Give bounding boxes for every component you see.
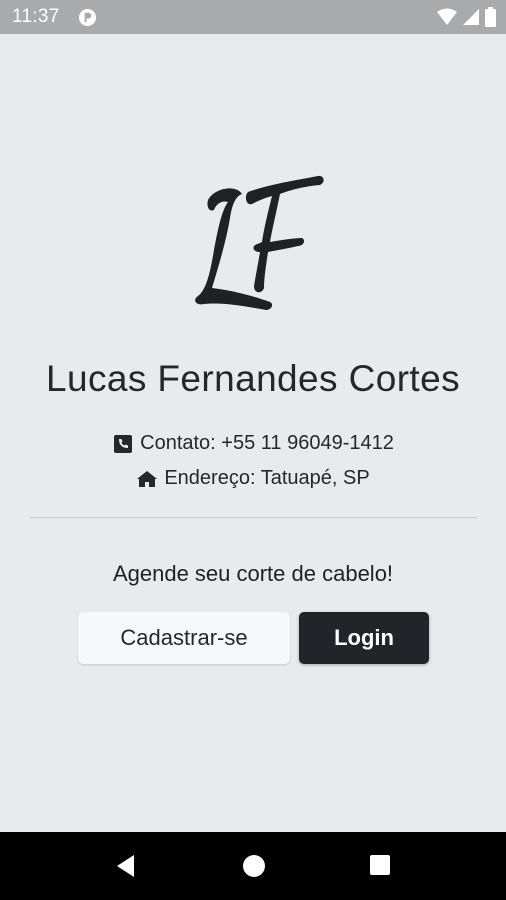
address-text: Endereço: Tatuapé, SP [164, 467, 370, 489]
contact-line: Contato: +55 11 96049-1412 [0, 432, 506, 455]
back-icon[interactable] [116, 854, 136, 878]
phone-icon [114, 434, 133, 453]
status-time: 11:37 [12, 6, 60, 27]
system-nav-bar [0, 832, 506, 900]
contact-text: Contato: +55 11 96049-1412 [140, 432, 394, 454]
wifi-icon [437, 8, 457, 25]
tagline: Agende seu corte de cabelo! [112, 561, 394, 586]
app-notification-icon [78, 8, 97, 27]
divider [29, 517, 477, 518]
battery-icon [485, 7, 496, 27]
address-line: Endereço: Tatuapé, SP [0, 467, 506, 490]
login-button[interactable]: Login [299, 612, 429, 664]
status-bar: 11:37 [0, 0, 506, 34]
home-button-icon[interactable] [243, 855, 265, 877]
lf-logo [195, 175, 324, 310]
recents-icon[interactable] [370, 855, 390, 875]
home-icon [137, 470, 158, 487]
landing-content: Lucas Fernandes Cortes Contato: +55 11 9… [0, 34, 506, 832]
register-button[interactable]: Cadastrar-se [78, 612, 290, 664]
status-icons [437, 7, 496, 27]
signal-icon [463, 9, 479, 25]
page-title: Lucas Fernandes Cortes [46, 358, 460, 399]
